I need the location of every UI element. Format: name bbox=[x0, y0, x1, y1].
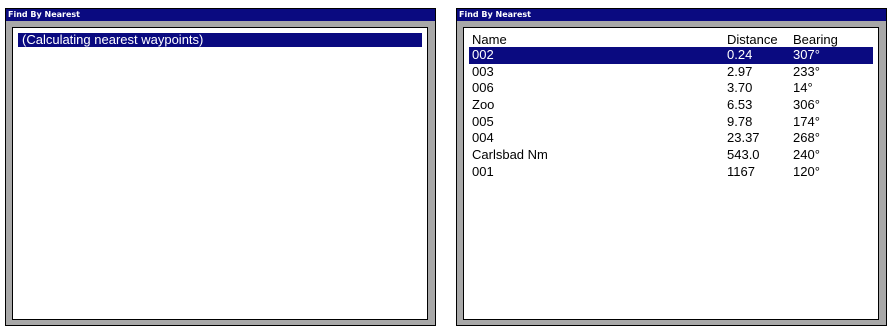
waypoint-distance: 23.37 bbox=[727, 130, 760, 146]
waypoint-name: 004 bbox=[472, 130, 494, 146]
table-row[interactable]: Carlsbad Nm 543.0 240° bbox=[469, 147, 873, 164]
waypoint-distance: 6.53 bbox=[727, 97, 753, 113]
waypoint-name: 006 bbox=[472, 80, 494, 96]
waypoint-bearing: 268° bbox=[793, 130, 820, 146]
table-row[interactable]: 005 9.78 174° bbox=[469, 114, 873, 131]
waypoint-bearing: 306° bbox=[793, 97, 820, 113]
waypoint-table: Name Distance Bearing 002 0.24 307° 003 2.97… bbox=[469, 32, 873, 181]
waypoint-distance: 3.70 bbox=[727, 80, 753, 96]
window-title: Find By Nearest bbox=[6, 9, 435, 21]
waypoint-name: Carlsbad Nm bbox=[472, 147, 548, 163]
results-panel: Name Distance Bearing 002 0.24 307° 003 2.97… bbox=[463, 27, 879, 320]
column-header-name: Name bbox=[472, 32, 507, 47]
waypoint-list: 002 0.24 307° 003 2.97 233° 006 3.70 14° Zoo 6.53 3… bbox=[469, 47, 873, 181]
column-header-distance: Distance bbox=[727, 32, 778, 47]
waypoint-distance: 0.24 bbox=[727, 47, 753, 62]
waypoint-bearing: 307° bbox=[793, 47, 820, 62]
table-row[interactable]: 002 0.24 307° bbox=[469, 47, 873, 64]
waypoint-bearing: 240° bbox=[793, 147, 820, 163]
results-panel: (Calculating nearest waypoints) bbox=[12, 27, 428, 320]
waypoint-distance: 2.97 bbox=[727, 63, 753, 79]
table-row[interactable]: 004 23.37 268° bbox=[469, 130, 873, 147]
table-row[interactable]: 003 2.97 233° bbox=[469, 64, 873, 81]
column-header-bearing: Bearing bbox=[793, 32, 838, 47]
waypoint-distance: 1167 bbox=[727, 163, 755, 179]
waypoint-name: 001 bbox=[472, 163, 494, 179]
waypoint-bearing: 120° bbox=[793, 163, 820, 179]
waypoint-bearing: 14° bbox=[793, 80, 813, 96]
right-screen: Find By Nearest Name Distance Bearing 00… bbox=[456, 8, 887, 326]
waypoint-name: 005 bbox=[472, 113, 494, 129]
window-title: Find By Nearest bbox=[457, 9, 886, 21]
waypoint-name: Zoo bbox=[472, 97, 495, 113]
table-row[interactable]: 006 3.70 14° bbox=[469, 80, 873, 97]
calculating-status-row[interactable]: (Calculating nearest waypoints) bbox=[18, 33, 422, 47]
table-row[interactable]: 001 1167 120° bbox=[469, 164, 873, 181]
waypoint-name: 003 bbox=[472, 63, 494, 79]
waypoint-name: 002 bbox=[472, 47, 494, 62]
left-screen: Find By Nearest (Calculating nearest way… bbox=[5, 8, 436, 326]
waypoint-distance: 543.0 bbox=[727, 147, 760, 163]
table-header: Name Distance Bearing bbox=[469, 32, 873, 47]
waypoint-bearing: 233° bbox=[793, 63, 820, 79]
table-row[interactable]: Zoo 6.53 306° bbox=[469, 97, 873, 114]
waypoint-bearing: 174° bbox=[793, 113, 820, 129]
waypoint-distance: 9.78 bbox=[727, 113, 753, 129]
